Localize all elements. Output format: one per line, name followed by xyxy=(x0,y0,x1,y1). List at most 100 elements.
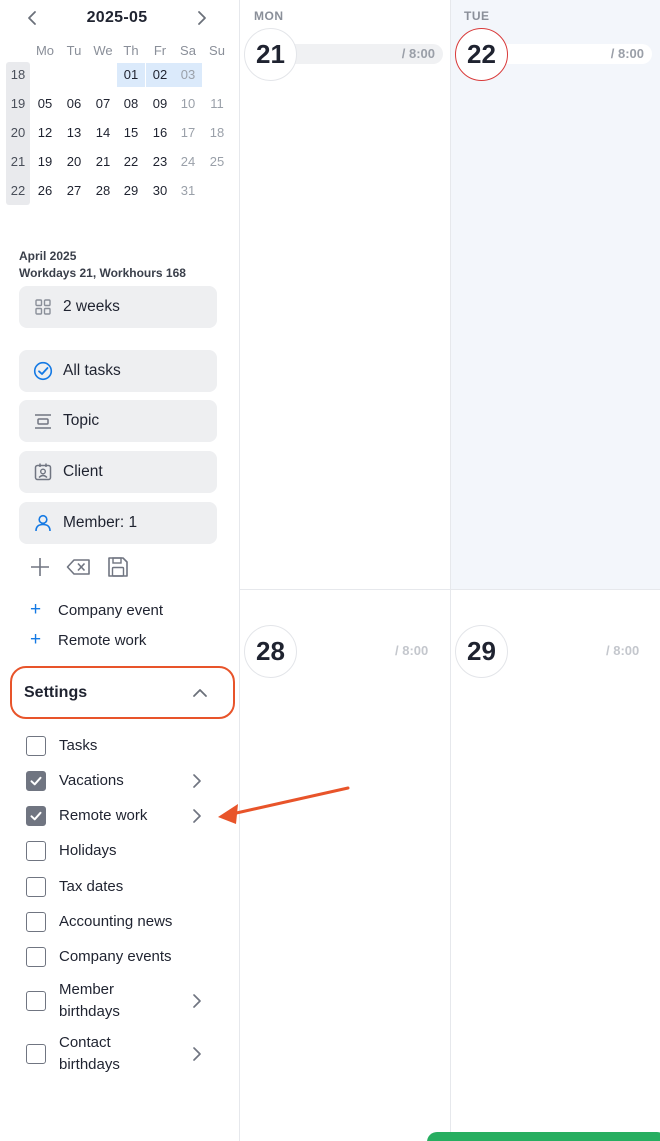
setting-label: Remote work xyxy=(59,807,148,824)
checkbox[interactable] xyxy=(26,736,46,756)
week-number[interactable]: 22 xyxy=(6,183,30,198)
calendar-day[interactable]: 19 xyxy=(31,150,59,174)
calendar-day[interactable]: 01 xyxy=(117,63,145,87)
filter-label: Member: 1 xyxy=(63,514,138,531)
checkbox[interactable] xyxy=(26,841,46,861)
calendar-day[interactable]: 21 xyxy=(89,150,117,174)
day-hours-pill: / 8:00 xyxy=(492,44,652,64)
week-number[interactable]: 19 xyxy=(6,96,30,111)
setting-label: Tax dates xyxy=(59,878,124,895)
calendar-day[interactable]: 14 xyxy=(89,121,117,145)
calendar-day[interactable]: 17 xyxy=(174,121,202,145)
checkbox-checked[interactable] xyxy=(26,771,46,791)
calendar-day[interactable]: 02 xyxy=(146,63,174,87)
checkbox[interactable] xyxy=(26,991,46,1011)
calendar-day[interactable]: 09 xyxy=(146,92,174,116)
calendar-day[interactable]: 30 xyxy=(146,179,174,203)
setting-holidays[interactable]: Holidays xyxy=(26,840,216,862)
green-action-button[interactable] xyxy=(427,1132,660,1141)
calendar-day[interactable]: 07 xyxy=(89,92,117,116)
checkbox[interactable] xyxy=(26,912,46,932)
calendar-day[interactable]: 03 xyxy=(174,63,202,87)
topic-icon xyxy=(33,411,53,431)
weekday-label: We xyxy=(93,43,113,58)
calendar-day[interactable]: 22 xyxy=(117,150,145,174)
chevron-right-icon[interactable] xyxy=(192,9,210,27)
add-link-label: Remote work xyxy=(58,631,147,649)
person-icon xyxy=(33,513,53,533)
date-number[interactable]: 21 xyxy=(244,28,297,81)
calendar-day[interactable]: 28 xyxy=(89,179,117,203)
add-remote-work-link[interactable]: + Remote work xyxy=(30,629,147,650)
calendar-day[interactable]: 12 xyxy=(31,121,59,145)
mini-calendar-nav: 2025-05 xyxy=(22,6,212,32)
setting-label: Holidays xyxy=(59,842,117,859)
checkbox[interactable] xyxy=(26,947,46,967)
view-range-button[interactable]: 2 weeks xyxy=(19,286,217,328)
setting-tax-dates[interactable]: Tax dates xyxy=(26,876,216,898)
chevron-right-icon[interactable] xyxy=(190,773,204,789)
calendar-day[interactable]: 11 xyxy=(203,92,231,116)
checkbox[interactable] xyxy=(26,1044,46,1064)
week-number[interactable]: 18 xyxy=(6,67,30,82)
filter-label: All tasks xyxy=(63,362,121,379)
weekday-label: Tu xyxy=(66,43,82,58)
date-number-today[interactable]: 22 xyxy=(455,28,508,81)
week-number[interactable]: 20 xyxy=(6,125,30,140)
filter-all-tasks[interactable]: All tasks xyxy=(19,350,217,392)
setting-company-events[interactable]: Company events xyxy=(26,946,216,968)
setting-contact-birthdays[interactable]: Contact birthdays xyxy=(26,1032,216,1076)
day-name-mon: MON xyxy=(254,9,284,23)
calendar-day[interactable]: 08 xyxy=(117,92,145,116)
filter-client[interactable]: Client xyxy=(19,451,217,493)
contact-card-icon xyxy=(33,462,53,482)
month-summary: April 2025 Workdays 21, Workhours 168 xyxy=(19,248,186,282)
calendar-day[interactable]: 05 xyxy=(31,92,59,116)
calendar-day[interactable]: 06 xyxy=(60,92,88,116)
setting-accounting-news[interactable]: Accounting news xyxy=(26,911,216,933)
calendar-day-today[interactable]: 04 xyxy=(202,61,231,89)
calendar-day[interactable]: 26 xyxy=(31,179,59,203)
calendar-grid: MON TUE / 8:00 21 / 8:00 22 28 / 8:00 29… xyxy=(240,0,660,1141)
checkbox-checked[interactable] xyxy=(26,806,46,826)
calendar-day[interactable]: 29 xyxy=(117,179,145,203)
weekday-label: Th xyxy=(123,43,139,58)
chevron-up-icon[interactable] xyxy=(190,684,210,702)
filter-topic[interactable]: Topic xyxy=(19,400,217,442)
filter-member[interactable]: Member: 1 xyxy=(19,502,217,544)
chevron-right-icon[interactable] xyxy=(190,808,204,824)
calendar-day[interactable]: 31 xyxy=(174,179,202,203)
setting-label: Contact birthdays xyxy=(59,1034,120,1073)
date-number[interactable]: 29 xyxy=(455,625,508,678)
chevron-right-icon[interactable] xyxy=(190,993,204,1009)
calendar-day[interactable]: 18 xyxy=(203,121,231,145)
date-number[interactable]: 28 xyxy=(244,625,297,678)
calendar-day[interactable]: 16 xyxy=(146,121,174,145)
week-number[interactable]: 21 xyxy=(6,154,30,169)
calendar-day[interactable]: 23 xyxy=(146,150,174,174)
add-company-event-link[interactable]: + Company event xyxy=(30,599,163,620)
calendar-day[interactable]: 13 xyxy=(60,121,88,145)
filter-label: Topic xyxy=(63,412,100,429)
plus-icon[interactable] xyxy=(28,555,52,579)
calendar-day[interactable]: 27 xyxy=(60,179,88,203)
calendar-day[interactable]: 10 xyxy=(174,92,202,116)
calendar-day[interactable]: 25 xyxy=(203,150,231,174)
plus-icon: + xyxy=(30,599,42,620)
calendar-day[interactable]: 20 xyxy=(60,150,88,174)
day-hours: / 8:00 xyxy=(606,643,640,658)
checkbox[interactable] xyxy=(26,877,46,897)
calendar-day[interactable]: 24 xyxy=(174,150,202,174)
settings-header[interactable]: Settings xyxy=(24,684,87,702)
calendar-day[interactable]: 15 xyxy=(117,121,145,145)
setting-member-birthdays[interactable]: Member birthdays xyxy=(26,979,216,1023)
setting-tasks[interactable]: Tasks xyxy=(26,735,216,757)
setting-vacations[interactable]: Vacations xyxy=(26,770,216,792)
setting-label: Accounting news xyxy=(59,913,173,930)
save-icon[interactable] xyxy=(106,555,130,579)
chevron-right-icon[interactable] xyxy=(190,1046,204,1062)
sidebar: 2025-05 Mo Tu We Th Fr Sa Su 18 19 20 21… xyxy=(0,0,240,1141)
plus-icon: + xyxy=(30,629,42,650)
clear-icon[interactable] xyxy=(66,555,92,579)
setting-remote-work[interactable]: Remote work xyxy=(26,805,216,827)
